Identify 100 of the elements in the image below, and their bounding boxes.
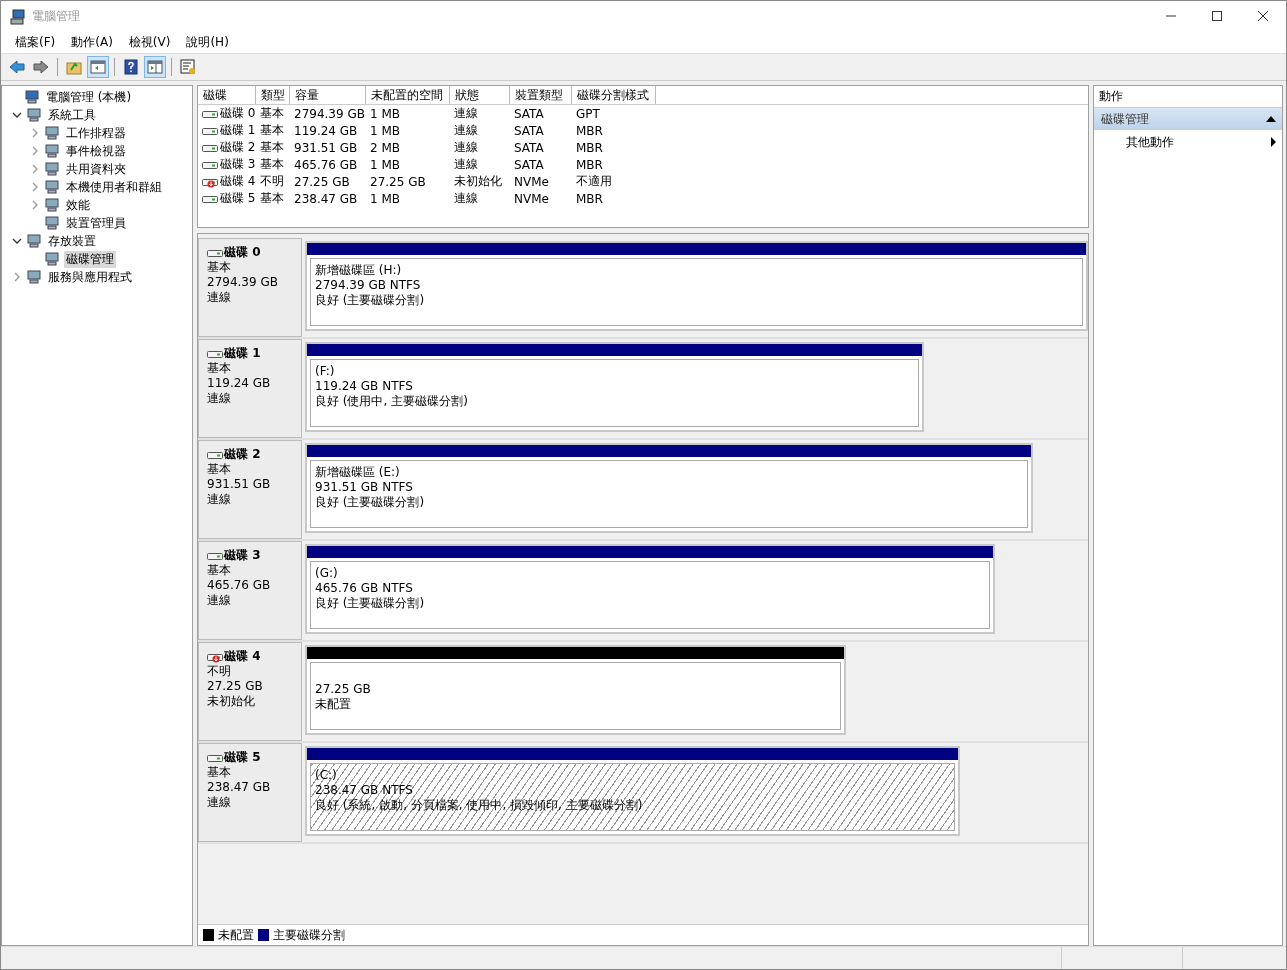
table-cell: 連線 [454, 139, 478, 156]
computer-icon [10, 8, 26, 25]
action-section-header[interactable]: 磁碟管理 [1094, 108, 1282, 130]
column-header[interactable]: 磁碟分割樣式 [572, 86, 656, 104]
table-cell: 基本 [260, 139, 284, 156]
table-cell: 磁碟 1 [220, 122, 256, 139]
partition-text: (F:) [315, 364, 335, 379]
tree-item[interactable]: 磁碟管理 [64, 250, 116, 268]
table-cell: SATA [514, 106, 544, 121]
partition-block[interactable]: (C:) 238.47 GB NTFS 良好 (系統, 啟動, 分頁檔案, 使用中, 損毀傾印, 主要磁碟分割) [305, 746, 960, 836]
table-cell: MBR [576, 157, 603, 172]
legend-label: 主要磁碟分割 [273, 926, 345, 944]
column-header[interactable]: 未配置的空間 [366, 86, 450, 104]
tree-item[interactable]: 電腦管理 (本機) [44, 88, 134, 106]
section-title: 磁碟管理 [1101, 110, 1149, 128]
table-cell: 基本 [260, 122, 284, 139]
partition-text: 931.51 GB NTFS [315, 480, 413, 495]
table-cell: 磁碟 2 [220, 139, 256, 156]
table-cell: 基本 [260, 156, 284, 173]
node-icon [24, 89, 40, 105]
partition-text: 良好 (主要磁碟分割) [315, 293, 425, 308]
partition-text: 27.25 GB [315, 682, 371, 697]
node-icon [26, 107, 42, 123]
expander-icon[interactable] [12, 236, 22, 246]
node-icon [44, 125, 60, 141]
partition-text: 新增磁碟區 (E:) [315, 465, 400, 480]
column-header[interactable]: 狀態 [450, 86, 510, 104]
table-cell: 2794.39 GB [294, 106, 365, 121]
tree-item[interactable]: 本機使用者和群組 [64, 178, 164, 196]
table-cell: 27.25 GB [370, 174, 426, 189]
table-cell: SATA [514, 157, 544, 172]
menu-item[interactable]: 動作(A) [63, 34, 121, 51]
disk-status: 未初始化 [207, 694, 256, 709]
table-cell: MBR [576, 123, 603, 138]
disk-size: 27.25 GB [207, 679, 264, 694]
close-icon [1258, 11, 1268, 21]
partition-block[interactable]: (G:) 465.76 GB NTFS 良好 (主要磁碟分割) [305, 544, 995, 634]
menu-item[interactable]: 檢視(V) [120, 34, 179, 51]
node-icon [44, 143, 60, 159]
table-cell: 2 MB [370, 140, 401, 155]
action-item[interactable]: 其他動作 [1126, 133, 1174, 151]
tree-item[interactable]: 共用資料夾 [64, 160, 128, 178]
node-icon [44, 215, 60, 231]
table-cell: 1 MB [370, 123, 401, 138]
partition-block[interactable]: (F:) 119.24 GB NTFS 良好 (使用中, 主要磁碟分割) [305, 342, 924, 432]
disk-name: 磁碟 3 [224, 548, 261, 563]
partition-text: 良好 (系統, 啟動, 分頁檔案, 使用中, 損毀傾印, 主要磁碟分割) [315, 798, 643, 813]
disk-name: 磁碟 0 [224, 245, 261, 260]
table-cell: 465.76 GB [294, 157, 358, 172]
tree-item[interactable]: 裝置管理員 [64, 214, 128, 232]
table-cell: NVMe [514, 191, 549, 206]
disk-type: 基本 [207, 260, 232, 275]
column-header[interactable]: 容量 [290, 86, 366, 104]
tree-item[interactable]: 系統工具 [46, 106, 98, 124]
tree-item[interactable]: 存放裝置 [46, 232, 98, 250]
partition-text: 119.24 GB NTFS [315, 379, 413, 394]
disk-status: 連線 [207, 795, 232, 810]
collapse-icon [1266, 116, 1276, 122]
table-cell: 磁碟 4 [220, 173, 256, 190]
disk-status: 連線 [207, 290, 232, 305]
disk-size: 238.47 GB [207, 780, 272, 795]
partition-block[interactable]: 新增磁碟區 (E:) 931.51 GB NTFS 良好 (主要磁碟分割) [305, 443, 1033, 533]
column-header[interactable]: 類型 [256, 86, 290, 104]
pane-button[interactable] [144, 56, 166, 78]
disk-size: 2794.39 GB [207, 275, 279, 290]
node-icon [26, 233, 42, 249]
column-header[interactable]: 裝置類型 [510, 86, 572, 104]
table-cell: SATA [514, 140, 544, 155]
tree-item[interactable]: 事件檢視器 [64, 142, 128, 160]
menu-item[interactable]: 說明(H) [178, 34, 237, 51]
table-cell: MBR [576, 140, 603, 155]
node-icon [44, 161, 60, 177]
table-cell: 連線 [454, 156, 478, 173]
partition-block[interactable]: 27.25 GB 未配置 [305, 645, 846, 735]
disk-status: 連線 [207, 593, 232, 608]
disk-status: 連線 [207, 391, 232, 406]
disk-size: 931.51 GB [207, 477, 272, 492]
disk-status: 連線 [207, 492, 232, 507]
table-cell: NVMe [514, 174, 549, 189]
tree-item[interactable]: 效能 [64, 196, 92, 214]
tree-item[interactable]: 工作排程器 [64, 124, 128, 142]
disk-size: 465.76 GB [207, 578, 272, 593]
expander-icon[interactable] [12, 110, 22, 120]
table-cell: 1 MB [370, 191, 401, 206]
tree-button[interactable] [87, 56, 109, 78]
table-cell: 931.51 GB [294, 140, 358, 155]
disk-type: 基本 [207, 563, 232, 578]
partition-block[interactable]: 新增磁碟區 (H:) 2794.39 GB NTFS 良好 (主要磁碟分割) [305, 241, 1088, 331]
disk-name: 磁碟 5 [224, 750, 261, 765]
table-cell: 連線 [454, 190, 478, 207]
partition-text: 良好 (使用中, 主要磁碟分割) [315, 394, 468, 409]
disk-type: 基本 [207, 765, 232, 780]
table-cell: 不適用 [576, 173, 612, 190]
table-cell: SATA [514, 123, 544, 138]
column-header[interactable]: 磁碟 [198, 86, 256, 104]
table-cell: GPT [576, 106, 600, 121]
tree-item[interactable]: 服務與應用程式 [46, 268, 134, 286]
menu-item[interactable]: 檔案(F) [7, 34, 64, 51]
table-cell: MBR [576, 191, 603, 206]
table-cell: 基本 [260, 105, 284, 122]
